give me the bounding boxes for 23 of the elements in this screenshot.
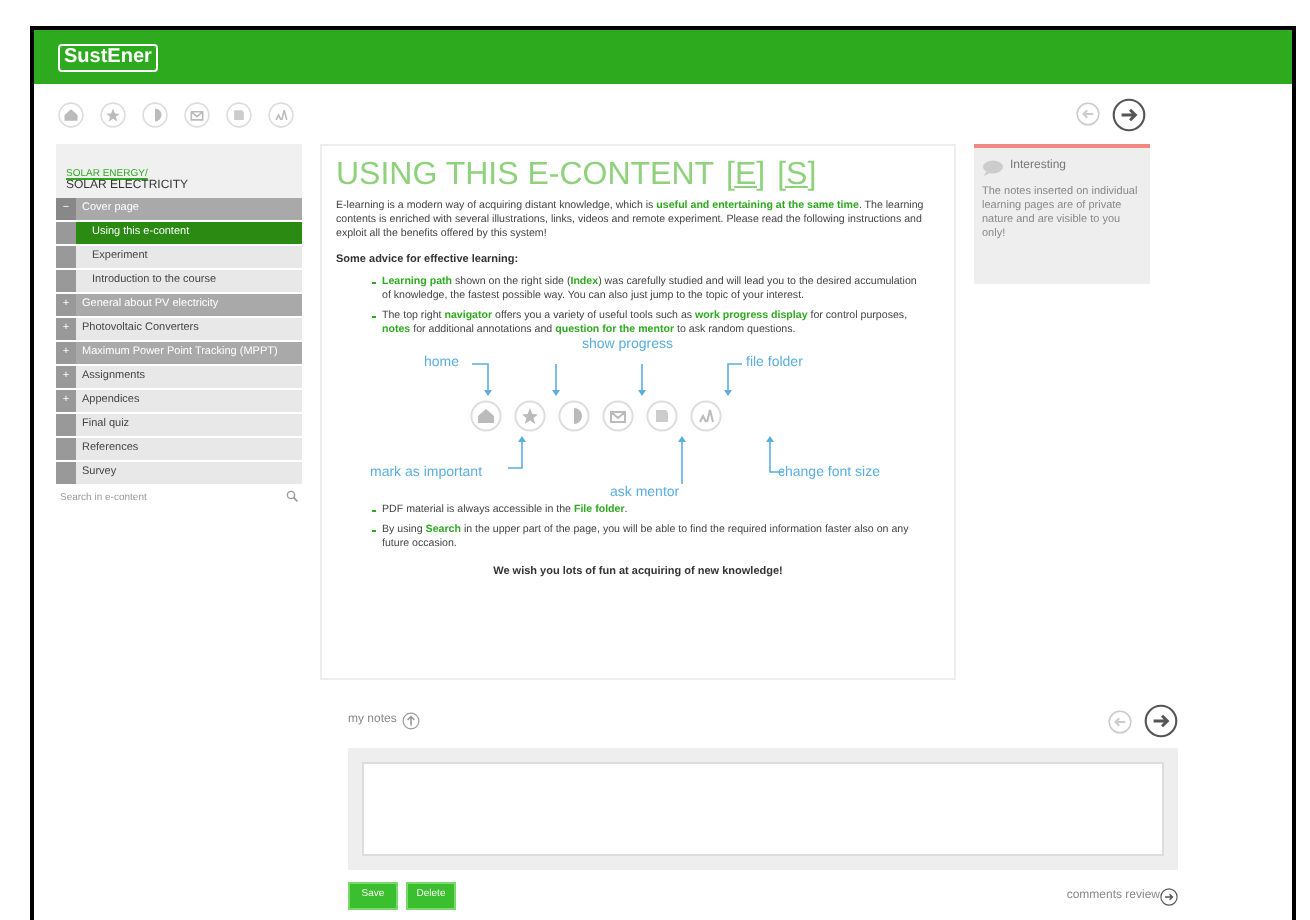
forward-icon[interactable] — [1144, 704, 1178, 738]
home-icon[interactable] — [58, 101, 84, 127]
mentor-icon[interactable] — [602, 400, 634, 433]
forward-icon[interactable] — [1112, 97, 1146, 131]
notes-field[interactable] — [362, 762, 1164, 856]
add-note-icon[interactable] — [402, 712, 421, 730]
font-icon[interactable] — [690, 400, 722, 433]
progress-icon[interactable] — [558, 400, 590, 433]
language-link[interactable]: [E] — [726, 154, 766, 198]
search-icon[interactable] — [286, 490, 298, 502]
speech-bubble-icon — [982, 159, 1004, 175]
page-title: USING THIS E-CONTENT — [336, 156, 715, 196]
folder-icon[interactable] — [646, 400, 678, 433]
logo[interactable]: SustEner — [58, 43, 158, 71]
home-icon[interactable] — [470, 400, 502, 433]
forward-icon[interactable] — [1160, 887, 1178, 905]
mentor-icon[interactable] — [184, 101, 210, 127]
language-link[interactable]: [S] — [777, 154, 817, 198]
progress-icon[interactable] — [142, 101, 168, 127]
back-icon[interactable] — [1108, 709, 1132, 733]
font-icon[interactable] — [268, 101, 294, 127]
star-icon[interactable] — [100, 101, 126, 127]
folder-icon[interactable] — [226, 101, 252, 127]
